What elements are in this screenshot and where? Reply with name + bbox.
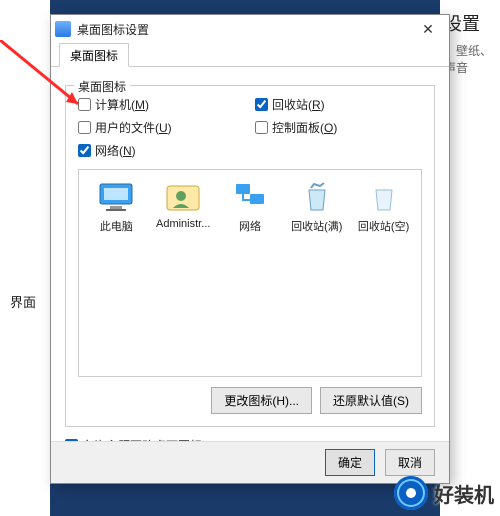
tabstrip: 桌面图标 <box>51 43 449 67</box>
checkbox-grid: 计算机(M) 回收站(R) 用户的文件(U) 控制面板(O) 网络(N) <box>78 96 422 159</box>
checkbox-computer-label: 计算机(M) <box>95 96 149 113</box>
group-legend: 桌面图标 <box>74 78 130 95</box>
checkbox-computer[interactable]: 计算机(M) <box>78 96 245 113</box>
checkbox-computer-input[interactable] <box>78 98 91 111</box>
checkbox-recycle[interactable]: 回收站(R) <box>255 96 422 113</box>
bg-right-sub: 、壁纸、声音 <box>444 42 500 76</box>
watermark-text: 好装机 <box>434 479 494 508</box>
dialog-content: 桌面图标 计算机(M) 回收站(R) 用户的文件(U) 控制面板(O) <box>51 67 449 460</box>
checkbox-network-label: 网络(N) <box>95 142 136 159</box>
preview-network[interactable]: 网络 <box>219 180 282 234</box>
recycle-empty-icon <box>364 180 404 214</box>
dialog-footer: 确定 取消 <box>51 441 449 483</box>
preview-user[interactable]: Administr... <box>152 180 215 234</box>
app-icon <box>55 21 71 37</box>
preview-thispc-label: 此电脑 <box>85 218 148 234</box>
cancel-button[interactable]: 取消 <box>385 449 435 476</box>
preview-recycle-full-label: 回收站(满) <box>285 218 348 234</box>
watermark: 好装机 <box>394 476 494 510</box>
restore-defaults-button[interactable]: 还原默认值(S) <box>320 387 422 414</box>
ok-button[interactable]: 确定 <box>325 449 375 476</box>
background-left-pane: 界面 <box>0 0 50 516</box>
preview-user-label: Administr... <box>152 218 215 230</box>
user-icon <box>163 180 203 214</box>
preview-recycle-empty-label: 回收站(空) <box>352 218 415 234</box>
dialog-title: 桌面图标设置 <box>77 21 411 38</box>
checkbox-userfiles[interactable]: 用户的文件(U) <box>78 119 245 136</box>
change-icon-button[interactable]: 更改图标(H)... <box>211 387 312 414</box>
tab-desktop-icons[interactable]: 桌面图标 <box>59 43 129 67</box>
thispc-icon <box>96 180 136 214</box>
icon-preview-well: 此电脑 Administr... 网络 <box>78 169 422 377</box>
titlebar: 桌面图标设置 ✕ <box>51 15 449 43</box>
preview-network-label: 网络 <box>219 218 282 234</box>
network-icon <box>230 180 270 214</box>
preview-recycle-empty[interactable]: 回收站(空) <box>352 180 415 234</box>
checkbox-ctrlpanel-label: 控制面板(O) <box>272 119 337 136</box>
checkbox-ctrlpanel-input[interactable] <box>255 121 268 134</box>
desktop-icon-settings-dialog: 桌面图标设置 ✕ 桌面图标 桌面图标 计算机(M) 回收站(R) 用户的文件(U… <box>50 14 450 484</box>
checkbox-recycle-input[interactable] <box>255 98 268 111</box>
desktop-icons-group: 桌面图标 计算机(M) 回收站(R) 用户的文件(U) 控制面板(O) <box>65 85 435 427</box>
checkbox-network[interactable]: 网络(N) <box>78 142 245 159</box>
checkbox-ctrlpanel[interactable]: 控制面板(O) <box>255 119 422 136</box>
close-button[interactable]: ✕ <box>411 18 445 40</box>
icon-buttons-row: 更改图标(H)... 还原默认值(S) <box>78 387 422 414</box>
checkbox-userfiles-label: 用户的文件(U) <box>95 119 172 136</box>
checkbox-recycle-label: 回收站(R) <box>272 96 325 113</box>
bg-left-item: 界面 <box>10 292 36 311</box>
checkbox-userfiles-input[interactable] <box>78 121 91 134</box>
preview-recycle-full[interactable]: 回收站(满) <box>285 180 348 234</box>
preview-thispc[interactable]: 此电脑 <box>85 180 148 234</box>
watermark-logo-icon <box>394 476 428 510</box>
checkbox-network-input[interactable] <box>78 144 91 157</box>
icon-preview-row: 此电脑 Administr... 网络 <box>85 180 415 234</box>
recycle-full-icon <box>297 180 337 214</box>
